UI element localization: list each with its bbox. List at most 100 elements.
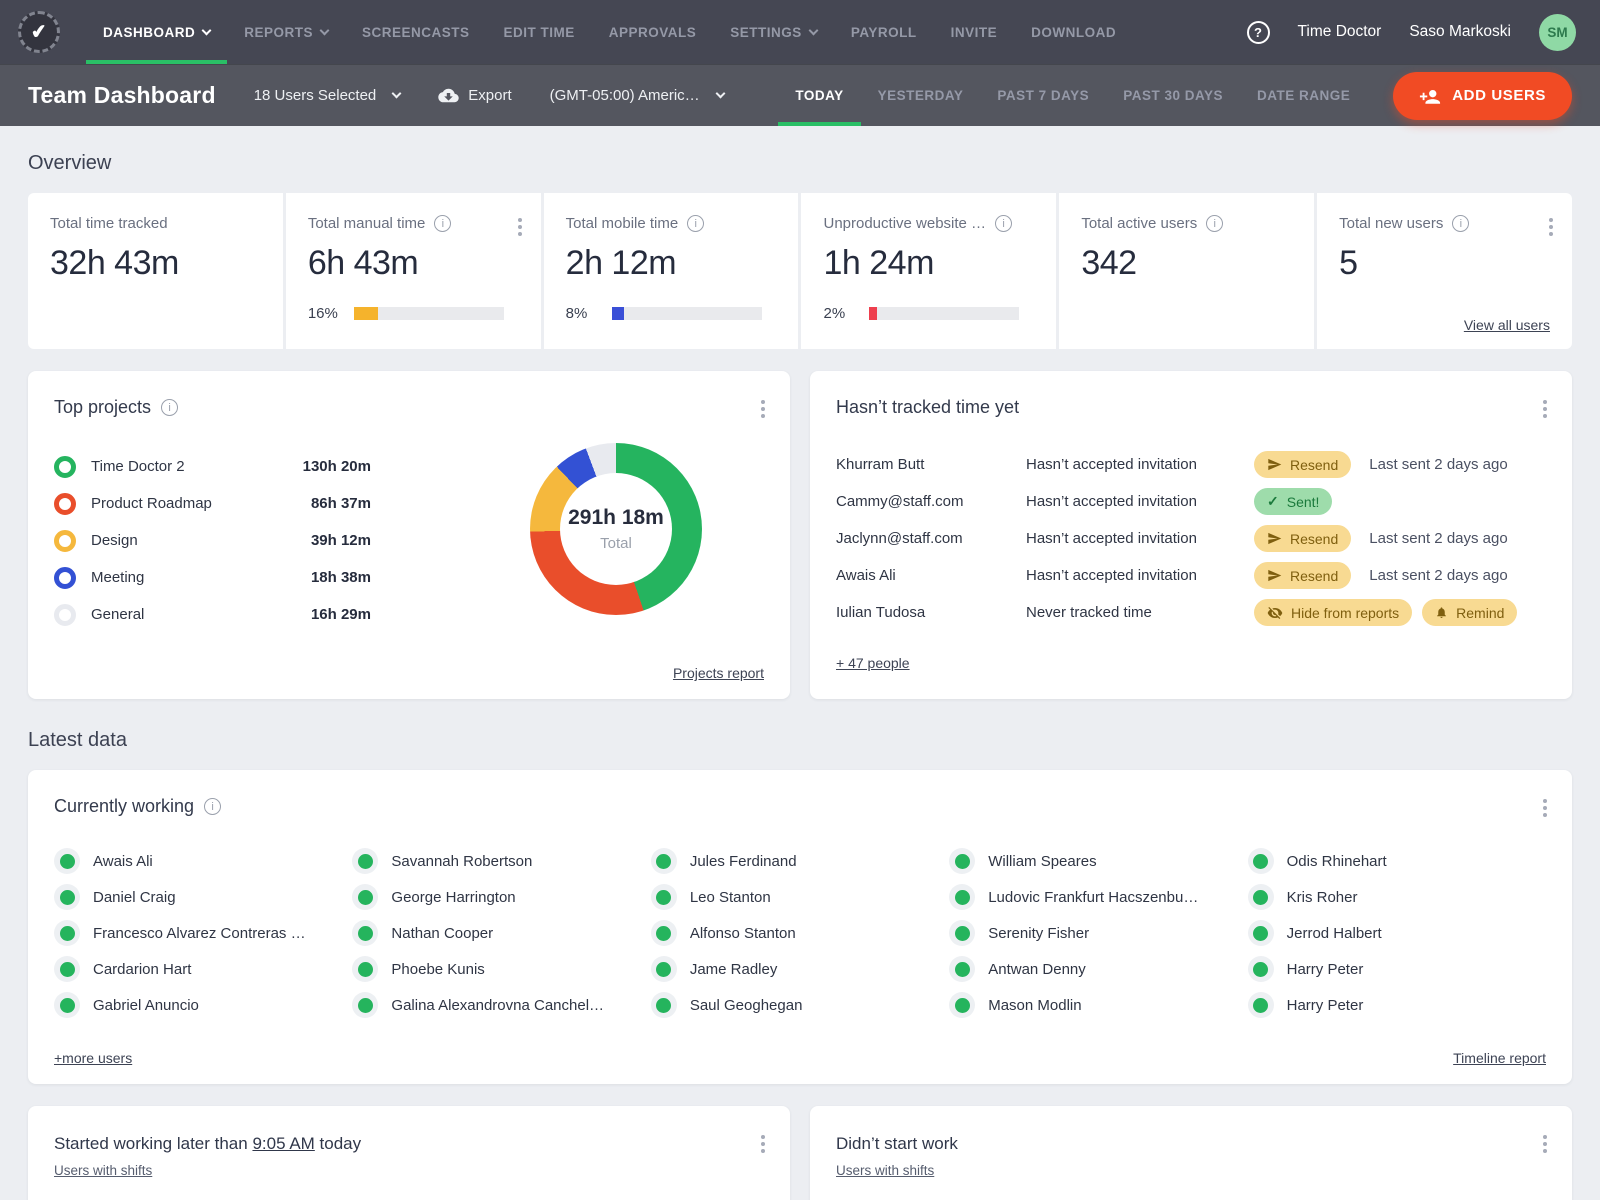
user-item[interactable]: Antwan Denny xyxy=(949,951,1247,987)
user-item[interactable]: Leo Stanton xyxy=(651,879,949,915)
stat-value: 5 xyxy=(1339,244,1550,283)
tab-today[interactable]: TODAY xyxy=(778,65,860,126)
user-item[interactable]: Serenity Fisher xyxy=(949,915,1247,951)
info-icon[interactable] xyxy=(687,215,704,232)
page-title: Team Dashboard xyxy=(28,82,216,109)
user-item[interactable]: Galina Alexandrovna Canchel… xyxy=(352,987,650,1023)
user-name: Kris Roher xyxy=(1287,889,1358,906)
nav-item-approvals[interactable]: APPROVALS xyxy=(592,0,714,64)
tab-yesterday[interactable]: YESTERDAY xyxy=(861,65,981,126)
user-item[interactable]: Kris Roher xyxy=(1248,879,1546,915)
users-with-shifts-link[interactable]: Users with shifts xyxy=(836,1163,934,1178)
user-item[interactable]: Harry Peter xyxy=(1248,951,1546,987)
kebab-menu[interactable] xyxy=(1546,215,1556,239)
add-users-button[interactable]: ADD USERS xyxy=(1393,72,1572,120)
user-item[interactable]: Harry Peter xyxy=(1248,987,1546,1023)
resend-button[interactable]: Resend xyxy=(1254,562,1351,589)
kebab-menu[interactable] xyxy=(1540,397,1550,421)
view-all-users-link[interactable]: View all users xyxy=(1464,317,1550,333)
user-name: Antwan Denny xyxy=(988,961,1086,978)
kebab-menu[interactable] xyxy=(758,397,768,421)
resend-button[interactable]: Resend xyxy=(1254,525,1351,552)
resend-label: Resend xyxy=(1290,531,1338,547)
user-item[interactable]: Phoebe Kunis xyxy=(352,951,650,987)
user-item[interactable]: Saul Geoghegan xyxy=(651,987,949,1023)
users-selected-dropdown[interactable]: 18 Users Selected xyxy=(254,87,401,104)
info-icon[interactable] xyxy=(434,215,451,232)
user-item[interactable]: George Harrington xyxy=(352,879,650,915)
online-status-dot xyxy=(656,998,671,1013)
user-item[interactable]: Savannah Robertson xyxy=(352,843,650,879)
nav-item-reports[interactable]: REPORTS xyxy=(227,0,345,64)
info-icon[interactable] xyxy=(161,399,178,416)
project-color-ring xyxy=(54,567,76,589)
timezone-dropdown[interactable]: (GMT-05:00) Americ… xyxy=(550,87,724,104)
tab-label: PAST 7 DAYS xyxy=(997,88,1089,103)
nav-item-payroll[interactable]: PAYROLL xyxy=(834,0,934,64)
status-halo xyxy=(54,956,80,982)
user-item[interactable]: Francesco Alvarez Contreras … xyxy=(54,915,352,951)
chevron-down-icon xyxy=(392,89,402,99)
user-item[interactable]: Daniel Craig xyxy=(54,879,352,915)
user-item[interactable]: Ludovic Frankfurt Hacszenbu… xyxy=(949,879,1247,915)
stat-label: Total time tracked xyxy=(50,215,168,232)
stat-value: 2h 12m xyxy=(566,244,777,283)
timeline-report-link[interactable]: Timeline report xyxy=(1453,1050,1546,1066)
logo-check-icon xyxy=(30,20,48,45)
status-halo xyxy=(1248,956,1274,982)
kebab-menu[interactable] xyxy=(758,1132,768,1156)
info-icon[interactable] xyxy=(1452,215,1469,232)
more-people-link[interactable]: + 47 people xyxy=(836,655,910,671)
user-item[interactable]: Mason Modlin xyxy=(949,987,1247,1023)
nav-item-dashboard[interactable]: DASHBOARD xyxy=(86,0,227,64)
tab-past-30-days[interactable]: PAST 30 DAYS xyxy=(1106,65,1240,126)
user-item[interactable]: Awais Ali xyxy=(54,843,352,879)
tab-past-7-days[interactable]: PAST 7 DAYS xyxy=(980,65,1106,126)
kebab-menu[interactable] xyxy=(515,215,525,239)
nav-item-download[interactable]: DOWNLOAD xyxy=(1014,0,1133,64)
user-item[interactable]: Cardarion Hart xyxy=(54,951,352,987)
user-item[interactable]: William Speares xyxy=(949,843,1247,879)
user-avatar[interactable]: SM xyxy=(1539,14,1576,51)
last-sent-note: Last sent 2 days ago xyxy=(1369,456,1507,473)
info-icon[interactable] xyxy=(995,215,1012,232)
user-item[interactable]: Jerrod Halbert xyxy=(1248,915,1546,951)
progress-fill xyxy=(612,307,624,320)
help-icon[interactable] xyxy=(1247,21,1270,44)
nav-item-screencasts[interactable]: SCREENCASTS xyxy=(345,0,487,64)
nav-item-edit-time[interactable]: EDIT TIME xyxy=(487,0,592,64)
time-doctor-logo[interactable] xyxy=(18,11,60,53)
project-time: 18h 38m xyxy=(276,569,371,586)
user-name[interactable]: Saso Markoski xyxy=(1409,23,1511,41)
stat-label: Total active users xyxy=(1081,215,1197,232)
nav-label: DOWNLOAD xyxy=(1031,25,1116,40)
status-halo xyxy=(54,848,80,874)
info-icon[interactable] xyxy=(204,798,221,815)
projects-report-link[interactable]: Projects report xyxy=(673,665,764,681)
progress-bar xyxy=(869,307,1019,320)
nav-label: APPROVALS xyxy=(609,25,697,40)
users-with-shifts-link[interactable]: Users with shifts xyxy=(54,1163,152,1178)
remind-button[interactable]: Remind xyxy=(1422,599,1517,626)
user-item[interactable]: Jame Radley xyxy=(651,951,949,987)
export-button[interactable]: Export xyxy=(438,87,511,104)
user-item[interactable]: Odis Rhinehart xyxy=(1248,843,1546,879)
user-item[interactable]: Gabriel Anuncio xyxy=(54,987,352,1023)
info-icon[interactable] xyxy=(1206,215,1223,232)
kebab-menu[interactable] xyxy=(1540,796,1550,820)
nav-item-settings[interactable]: SETTINGS xyxy=(713,0,834,64)
user-item[interactable]: Jules Ferdinand xyxy=(651,843,949,879)
online-status-dot xyxy=(955,962,970,977)
user-item[interactable]: Nathan Cooper xyxy=(352,915,650,951)
more-users-link[interactable]: +more users xyxy=(54,1050,132,1066)
late-start-time[interactable]: 9:05 AM xyxy=(252,1134,314,1153)
hide-from-reports-button[interactable]: Hide from reports xyxy=(1254,599,1412,626)
tab-date-range[interactable]: DATE RANGE xyxy=(1240,65,1367,126)
user-name: Harry Peter xyxy=(1287,961,1364,978)
kebab-menu[interactable] xyxy=(1540,1132,1550,1156)
person-status: Hasn’t accepted invitation xyxy=(1026,530,1254,547)
user-item[interactable]: Alfonso Stanton xyxy=(651,915,949,951)
resend-button[interactable]: Resend xyxy=(1254,451,1351,478)
nav-item-invite[interactable]: INVITE xyxy=(934,0,1015,64)
eye-off-icon xyxy=(1267,606,1283,620)
